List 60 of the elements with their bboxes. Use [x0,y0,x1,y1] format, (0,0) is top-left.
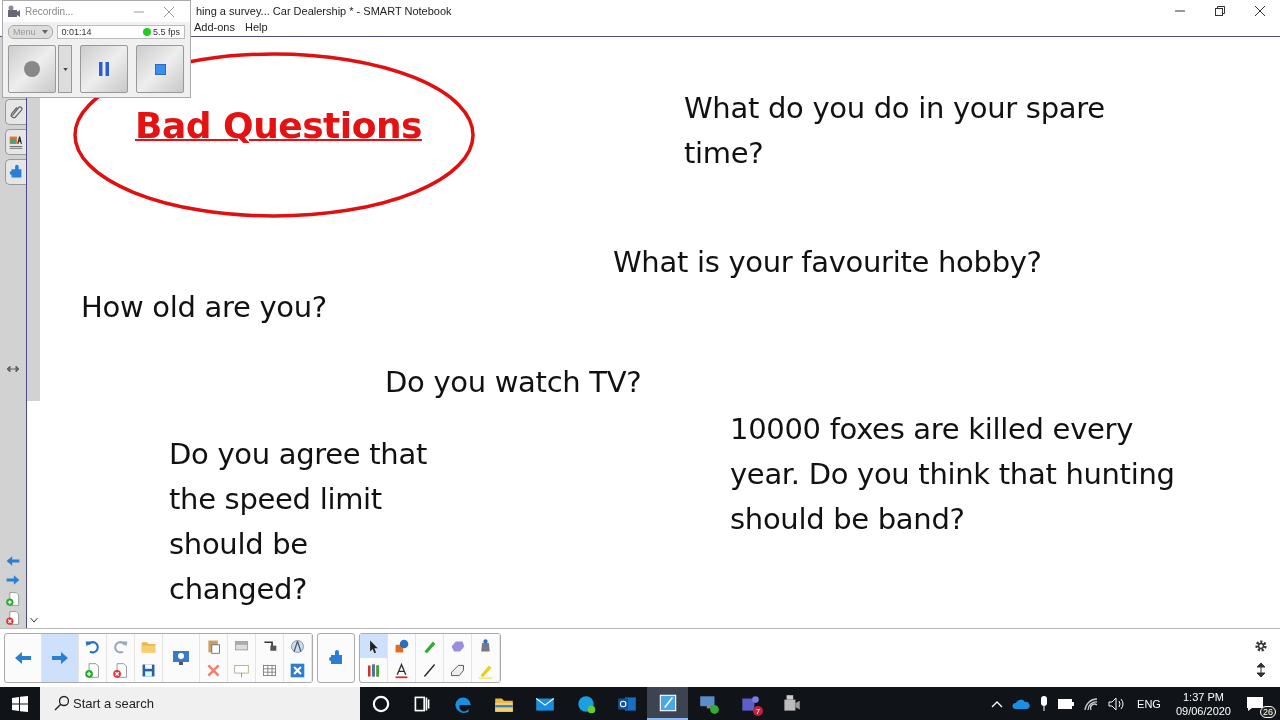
page-button[interactable] [5,610,21,626]
gallery-icon [7,133,25,151]
delete-page-icon [112,661,129,679]
settings-icon[interactable] [1254,639,1268,653]
window-title: hing a survey... Car Dealership * - SMART Notebook [196,4,453,17]
message-icon [1246,695,1264,712]
record-button[interactable] [8,45,56,93]
caret-icon [41,30,48,34]
frame-rate: 5.5 fps [152,27,180,37]
resize-handle-icon[interactable] [7,365,19,373]
add-page-icon [5,591,21,607]
add-page-icon [84,661,101,679]
elapsed-time: 0:01:14 [61,27,93,37]
notification-badge: 7 [753,706,763,716]
sidebar-tab[interactable] [5,99,26,125]
notification-count: 26 [1260,705,1276,718]
compass-icon [289,637,306,655]
taskbar-app[interactable]: 7 [729,687,770,720]
delete-page-icon [5,610,21,626]
shapes-icon [393,637,410,655]
wifi-icon[interactable] [1083,696,1100,711]
recorder-title: Recordin... [25,6,75,17]
line-icon [421,661,438,679]
stop-button[interactable] [136,45,184,93]
chevron-up-icon[interactable] [991,699,1004,708]
recorder-app-icon [7,4,21,19]
tools-icon [289,661,306,679]
clock[interactable]: 1:37 PM 09/06/2020 [1175,689,1231,718]
caret-icon [62,67,68,71]
pause-icon [99,62,109,76]
page-button[interactable] [5,591,21,607]
scroll-down-icon[interactable] [29,617,38,623]
cloud-icon[interactable] [1012,697,1031,710]
move-toolbar-icon[interactable] [1256,663,1266,677]
question-text: What is your favourite hobby? [613,244,1043,281]
question-text: 10000 foxes are killed every year. Do you think that hunting should be band? [730,411,1176,538]
record-icon [23,60,41,78]
search-field[interactable]: Start a search [40,687,360,720]
close-icon [1255,5,1265,16]
question-text: How old are you? [81,289,328,326]
text-icon [393,661,410,679]
question-text: Do you agree that the speed limit should be changed? [169,436,428,608]
slide-title: Bad Questions [135,105,422,146]
windows-icon [12,695,28,712]
restore-icon [1215,5,1225,16]
question-text: What do you do in your spare time? [684,90,1106,172]
sidebar-tab[interactable] [5,129,26,155]
question-text: Do you watch TV? [385,364,643,401]
sidebar-tab[interactable] [5,159,26,185]
menu-item[interactable]: Add-ons [194,21,235,36]
battery-icon[interactable] [1058,698,1075,709]
stop-icon [154,63,166,75]
taskbar-app[interactable] [647,687,688,720]
microphone-icon[interactable] [1039,695,1050,712]
language-indicator[interactable]: ENG [1137,697,1161,710]
pause-button[interactable] [80,45,128,93]
monitor-icon [171,648,191,668]
menu-item[interactable]: Help [245,21,268,36]
speaker-icon[interactable] [1108,696,1127,711]
close-icon[interactable] [164,6,174,17]
